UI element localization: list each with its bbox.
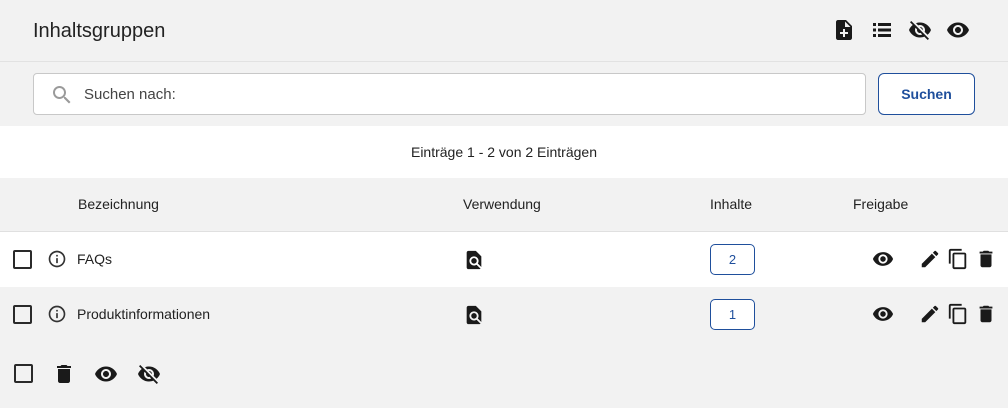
delete-icon[interactable] [975,303,997,325]
row-checkbox[interactable] [13,305,32,324]
contents-count-button[interactable]: 1 [710,299,755,330]
delete-icon[interactable] [975,248,997,270]
visibility-off-icon[interactable] [137,362,161,386]
search-bar: Suchen [0,62,1008,126]
info-icon[interactable] [47,304,67,324]
copy-icon[interactable] [947,303,969,325]
row-name: Produktinformationen [77,306,211,322]
column-header-contents[interactable]: Inhalte [710,178,752,230]
header-toolbar [832,18,970,42]
column-header-release[interactable]: Freigabe [853,178,908,230]
visibility-icon[interactable] [872,303,894,325]
row-name: FAQs [77,251,113,267]
column-header-name[interactable]: Bezeichnung [78,178,159,230]
edit-icon[interactable] [919,248,941,270]
usage-search-icon[interactable] [463,249,485,271]
table-row: FAQs 2 [0,232,1008,287]
visibility-icon[interactable] [872,248,894,270]
bulk-actions [0,342,1008,408]
search-button[interactable]: Suchen [878,73,975,115]
row-checkbox[interactable] [13,250,32,269]
visibility-off-icon[interactable] [908,18,932,42]
visibility-icon[interactable] [946,18,970,42]
page-title: Inhaltsgruppen [33,20,166,42]
copy-icon[interactable] [947,248,969,270]
list-icon[interactable] [870,18,894,42]
usage-search-icon[interactable] [463,304,485,326]
search-icon [50,83,74,107]
search-input[interactable] [84,74,854,114]
add-document-icon[interactable] [832,18,856,42]
visibility-icon[interactable] [94,362,118,386]
edit-icon[interactable] [919,303,941,325]
select-all-checkbox[interactable] [14,364,33,383]
table-header: Bezeichnung Verwendung Inhalte Freigabe [0,178,1008,232]
delete-icon[interactable] [52,362,76,386]
page-header: Inhaltsgruppen [0,0,1008,62]
entries-summary: Einträge 1 - 2 von 2 Einträgen [0,126,1008,178]
search-field [33,73,866,115]
table-row: Produktinformationen 1 [0,287,1008,342]
column-header-usage[interactable]: Verwendung [463,178,541,230]
contents-count-button[interactable]: 2 [710,244,755,275]
info-icon[interactable] [47,249,67,269]
